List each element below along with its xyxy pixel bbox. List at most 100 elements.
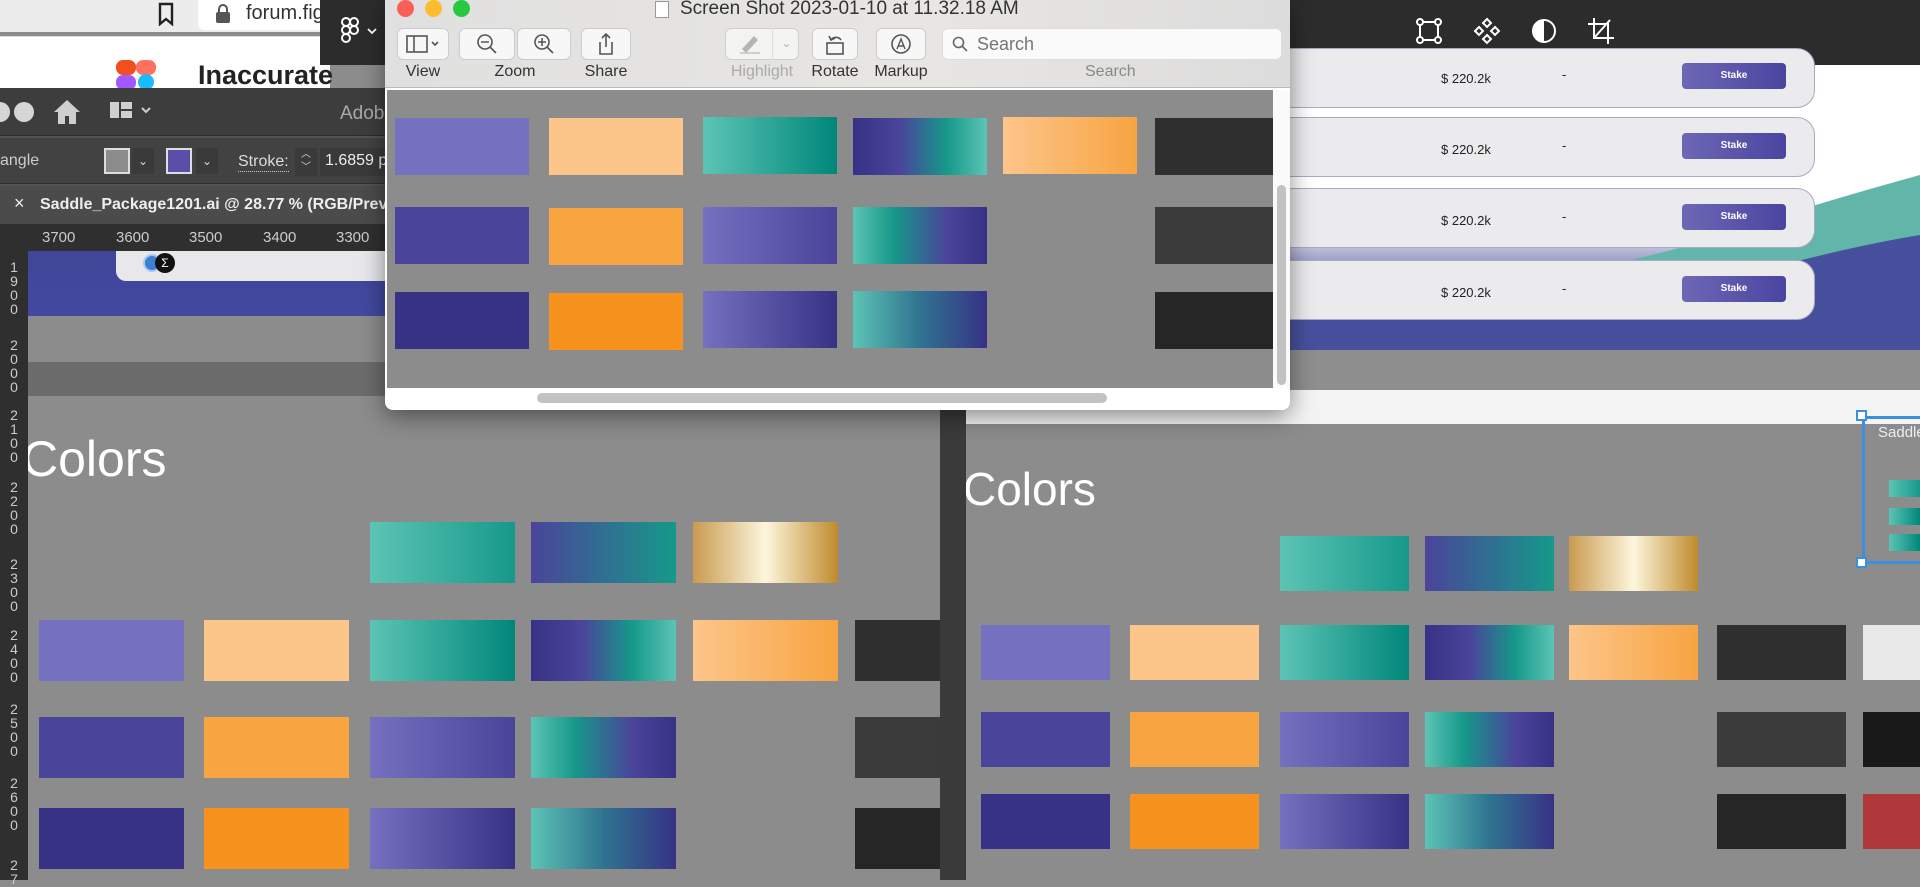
color-swatch[interactable] xyxy=(1280,712,1409,767)
color-swatch[interactable] xyxy=(370,620,515,681)
color-swatch[interactable] xyxy=(1569,536,1698,591)
zoom-out-button[interactable] xyxy=(459,28,515,60)
color-swatch[interactable] xyxy=(703,291,837,348)
pane-divider[interactable] xyxy=(940,400,966,880)
color-swatch[interactable] xyxy=(531,522,676,583)
color-swatch[interactable] xyxy=(549,293,683,350)
color-swatch[interactable] xyxy=(531,620,676,681)
color-swatch[interactable] xyxy=(549,208,683,265)
rotate-label: Rotate xyxy=(811,63,859,80)
stroke-swatch[interactable] xyxy=(166,148,192,174)
stake-button[interactable]: Stake xyxy=(1682,204,1786,230)
color-swatch[interactable] xyxy=(853,291,987,348)
color-swatch[interactable] xyxy=(853,207,987,264)
color-swatch[interactable] xyxy=(1130,712,1259,767)
color-swatch[interactable] xyxy=(1003,117,1137,174)
view-button[interactable] xyxy=(397,28,449,60)
stake-amount: $ 220.2k xyxy=(1441,213,1491,228)
figma-main-menu-button[interactable] xyxy=(336,14,386,48)
fill-dropdown[interactable]: ⌄ xyxy=(132,148,154,174)
color-swatch[interactable] xyxy=(855,808,940,869)
components-icon[interactable] xyxy=(1472,16,1502,46)
color-swatch[interactable] xyxy=(693,620,838,681)
color-swatch[interactable] xyxy=(39,717,184,778)
color-swatch[interactable] xyxy=(855,717,940,778)
home-icon[interactable] xyxy=(52,98,82,126)
search-input[interactable] xyxy=(942,28,1282,60)
share-button[interactable] xyxy=(581,28,631,60)
color-swatch[interactable] xyxy=(855,620,940,681)
color-swatch[interactable] xyxy=(370,808,515,869)
color-swatch[interactable] xyxy=(693,522,838,583)
workspace-switcher-icon[interactable] xyxy=(108,100,156,122)
color-swatch[interactable] xyxy=(1863,794,1920,849)
color-swatch[interactable] xyxy=(395,118,529,175)
color-swatch[interactable] xyxy=(531,808,676,869)
color-swatch[interactable] xyxy=(549,118,683,175)
color-swatch[interactable] xyxy=(1717,625,1846,680)
selection-handle[interactable] xyxy=(1856,410,1867,421)
color-swatch[interactable] xyxy=(1155,207,1273,264)
color-swatch[interactable] xyxy=(531,717,676,778)
stake-button[interactable]: Stake xyxy=(1682,133,1786,159)
vertical-scroll-thumb[interactable] xyxy=(1277,185,1286,385)
color-swatch[interactable] xyxy=(1425,794,1554,849)
color-swatch[interactable] xyxy=(1280,536,1409,591)
component-frame-icon[interactable] xyxy=(1414,16,1444,46)
color-swatch[interactable] xyxy=(1155,118,1273,175)
color-swatch[interactable] xyxy=(1425,536,1554,591)
stroke-dropdown[interactable]: ⌄ xyxy=(196,148,218,174)
color-swatch[interactable] xyxy=(39,620,184,681)
markup-button[interactable] xyxy=(876,28,926,60)
stake-button[interactable]: Stake xyxy=(1682,63,1786,89)
fill-swatch[interactable] xyxy=(104,148,130,174)
color-swatch[interactable] xyxy=(981,712,1110,767)
minimize-window-button[interactable] xyxy=(425,0,442,17)
color-swatch[interactable] xyxy=(1155,292,1273,349)
stake-button[interactable]: Stake xyxy=(1682,276,1786,302)
zoom-window-button[interactable] xyxy=(453,0,470,17)
color-swatch[interactable] xyxy=(703,117,837,174)
highlight-label: Highlight xyxy=(730,63,794,80)
highlight-button[interactable]: ⌄ xyxy=(725,28,799,60)
color-swatch[interactable] xyxy=(1130,794,1259,849)
color-swatch[interactable] xyxy=(1717,712,1846,767)
stroke-stepper[interactable]: ︿ ﹀ xyxy=(295,148,317,176)
zoom-in-button[interactable] xyxy=(517,28,571,60)
document-proxy-icon[interactable] xyxy=(655,1,669,18)
crop-icon[interactable] xyxy=(1586,16,1616,46)
color-swatch[interactable] xyxy=(1425,712,1554,767)
color-swatch[interactable] xyxy=(39,808,184,869)
close-window-button[interactable] xyxy=(397,0,414,17)
color-swatch[interactable] xyxy=(1569,625,1698,680)
color-swatch[interactable] xyxy=(370,717,515,778)
color-swatch[interactable] xyxy=(204,808,349,869)
color-swatch[interactable] xyxy=(1425,625,1554,680)
canvas-gap xyxy=(1290,350,1920,390)
window-control[interactable] xyxy=(14,102,34,122)
color-swatch[interactable] xyxy=(1280,625,1409,680)
color-swatch[interactable] xyxy=(370,522,515,583)
color-swatch[interactable] xyxy=(1280,794,1409,849)
horizontal-scroll-thumb[interactable] xyxy=(537,393,1107,403)
close-document-icon[interactable]: × xyxy=(14,193,25,214)
color-swatch[interactable] xyxy=(981,625,1110,680)
bookmark-icon[interactable] xyxy=(156,2,176,27)
highlight-dropdown[interactable]: ⌄ xyxy=(772,28,800,60)
color-swatch[interactable] xyxy=(204,620,349,681)
token-icon: Σ xyxy=(155,253,175,273)
color-swatch[interactable] xyxy=(395,207,529,264)
color-swatch[interactable] xyxy=(395,292,529,349)
color-swatch[interactable] xyxy=(204,717,349,778)
color-swatch[interactable] xyxy=(981,794,1110,849)
color-swatch[interactable] xyxy=(853,118,987,175)
contrast-icon[interactable] xyxy=(1529,16,1559,46)
rotate-button[interactable] xyxy=(812,28,858,60)
color-swatch[interactable] xyxy=(1863,625,1920,680)
color-swatch[interactable] xyxy=(703,207,837,264)
color-swatch[interactable] xyxy=(1717,794,1846,849)
selection-handle[interactable] xyxy=(1856,557,1867,568)
color-swatch[interactable] xyxy=(1863,712,1920,767)
color-swatch[interactable] xyxy=(1130,625,1259,680)
figma-colors-heading: Colors xyxy=(963,463,1096,515)
